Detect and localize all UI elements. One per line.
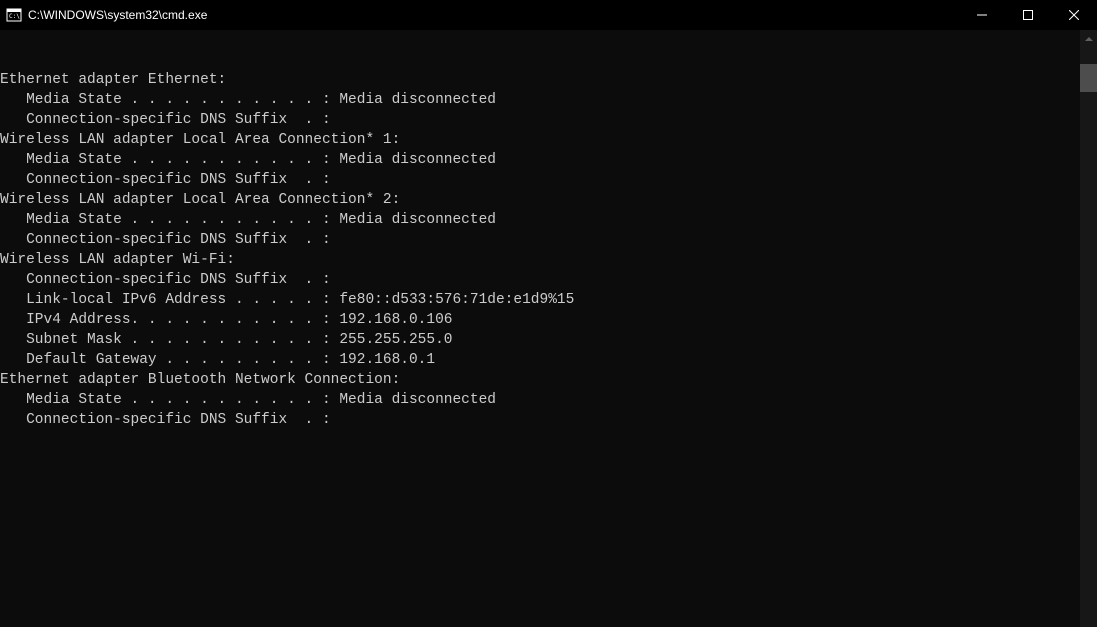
output-line: Media State . . . . . . . . . . . : Medi…	[0, 150, 1097, 170]
output-line: Ethernet adapter Ethernet:	[0, 70, 1097, 90]
output-line: Connection-specific DNS Suffix . :	[0, 270, 1097, 290]
output-line: Connection-specific DNS Suffix . :	[0, 170, 1097, 190]
scrollbar-up-arrow-icon[interactable]	[1080, 30, 1097, 47]
output-line: Connection-specific DNS Suffix . :	[0, 410, 1097, 430]
output-line: Ethernet adapter Bluetooth Network Conne…	[0, 370, 1097, 390]
output-line: IPv4 Address. . . . . . . . . . . : 192.…	[0, 310, 1097, 330]
output-line: Media State . . . . . . . . . . . : Medi…	[0, 390, 1097, 410]
cmd-icon: C:\	[6, 7, 22, 23]
window-controls	[959, 0, 1097, 30]
maximize-button[interactable]	[1005, 0, 1051, 30]
minimize-button[interactable]	[959, 0, 1005, 30]
close-button[interactable]	[1051, 0, 1097, 30]
terminal-output[interactable]: Ethernet adapter Ethernet: Media State .…	[0, 30, 1097, 627]
svg-text:C:\: C:\	[9, 13, 20, 20]
window-title: C:\WINDOWS\system32\cmd.exe	[28, 8, 207, 22]
vertical-scrollbar[interactable]	[1080, 30, 1097, 627]
scrollbar-thumb[interactable]	[1080, 64, 1097, 92]
output-line: Subnet Mask . . . . . . . . . . . : 255.…	[0, 330, 1097, 350]
output-line: Media State . . . . . . . . . . . : Medi…	[0, 90, 1097, 110]
output-line: Connection-specific DNS Suffix . :	[0, 230, 1097, 250]
titlebar: C:\ C:\WINDOWS\system32\cmd.exe	[0, 0, 1097, 30]
output-line: Media State . . . . . . . . . . . : Medi…	[0, 210, 1097, 230]
output-line: Wireless LAN adapter Local Area Connecti…	[0, 190, 1097, 210]
output-line: Connection-specific DNS Suffix . :	[0, 110, 1097, 130]
terminal-content: Ethernet adapter Ethernet: Media State .…	[0, 70, 1097, 430]
output-line: Wireless LAN adapter Wi-Fi:	[0, 250, 1097, 270]
output-line: Wireless LAN adapter Local Area Connecti…	[0, 130, 1097, 150]
titlebar-left: C:\ C:\WINDOWS\system32\cmd.exe	[0, 7, 207, 23]
output-line: Default Gateway . . . . . . . . . : 192.…	[0, 350, 1097, 370]
output-line: Link-local IPv6 Address . . . . . : fe80…	[0, 290, 1097, 310]
cmd-window: C:\ C:\WINDOWS\system32\cmd.exe Ethernet…	[0, 0, 1097, 627]
